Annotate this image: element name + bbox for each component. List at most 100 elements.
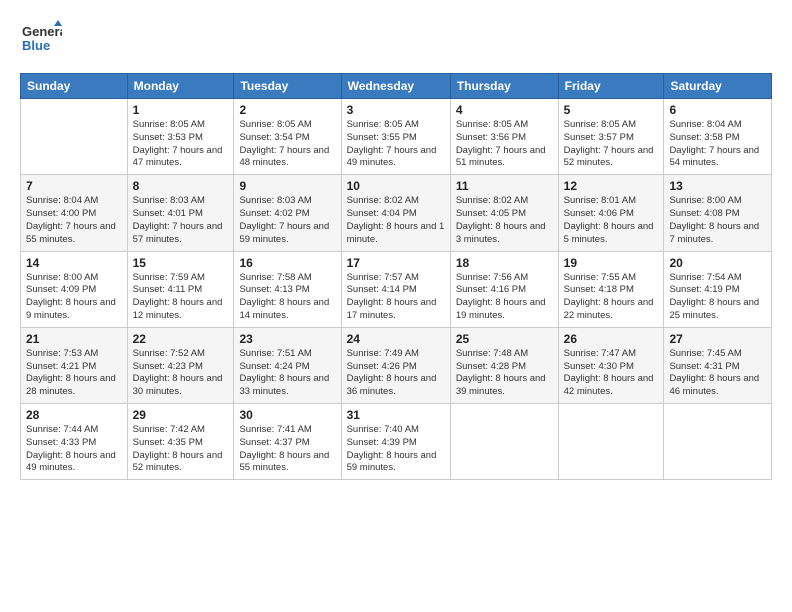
week-row-4: 21 Sunrise: 7:53 AMSunset: 4:21 PMDayligh… [21, 327, 772, 403]
day-info: Sunrise: 7:45 AMSunset: 4:31 PMDaylight:… [669, 348, 766, 399]
calendar-cell: 27 Sunrise: 7:45 AMSunset: 4:31 PMDayligh… [664, 327, 772, 403]
day-number: 5 [564, 103, 659, 117]
day-number: 20 [669, 256, 766, 270]
calendar-cell: 28 Sunrise: 7:44 AMSunset: 4:33 PMDayligh… [21, 404, 128, 480]
calendar-cell: 25 Sunrise: 7:48 AMSunset: 4:28 PMDayligh… [450, 327, 558, 403]
day-number: 2 [239, 103, 335, 117]
day-info: Sunrise: 7:52 AMSunset: 4:23 PMDaylight:… [133, 348, 229, 399]
day-info: Sunrise: 8:05 AMSunset: 3:54 PMDaylight:… [239, 119, 335, 170]
day-number: 24 [347, 332, 445, 346]
day-info: Sunrise: 8:00 AMSunset: 4:09 PMDaylight:… [26, 272, 122, 323]
calendar-cell: 26Sunrise: 7:47 AMSunset: 4:30 PMDayligh… [558, 327, 664, 403]
day-number: 16 [239, 256, 335, 270]
day-number: 7 [26, 179, 122, 193]
day-number: 29 [133, 408, 229, 422]
calendar-cell: 23Sunrise: 7:51 AMSunset: 4:24 PMDayligh… [234, 327, 341, 403]
day-header-friday: Friday [558, 74, 664, 99]
calendar-cell: 3 Sunrise: 8:05 AMSunset: 3:55 PMDaylight… [341, 99, 450, 175]
day-info: Sunrise: 7:48 AMSunset: 4:28 PMDaylight:… [456, 348, 553, 399]
day-header-sunday: Sunday [21, 74, 128, 99]
day-number: 12 [564, 179, 659, 193]
calendar-table: SundayMondayTuesdayWednesdayThursdayFrid… [20, 73, 772, 480]
day-number: 4 [456, 103, 553, 117]
day-number: 17 [347, 256, 445, 270]
calendar-cell: 8Sunrise: 8:03 AMSunset: 4:01 PMDaylight… [127, 175, 234, 251]
day-info: Sunrise: 7:53 AMSunset: 4:21 PMDaylight:… [26, 348, 122, 399]
calendar-cell: 17 Sunrise: 7:57 AMSunset: 4:14 PMDayligh… [341, 251, 450, 327]
day-info: Sunrise: 8:03 AMSunset: 4:01 PMDaylight:… [133, 195, 229, 246]
day-info: Sunrise: 8:05 AMSunset: 3:55 PMDaylight:… [347, 119, 445, 170]
calendar-cell: 12 Sunrise: 8:01 AMSunset: 4:06 PMDayligh… [558, 175, 664, 251]
calendar-cell: 9Sunrise: 8:03 AMSunset: 4:02 PMDaylight… [234, 175, 341, 251]
day-number: 11 [456, 179, 553, 193]
day-info: Sunrise: 7:42 AMSunset: 4:35 PMDaylight:… [133, 424, 229, 475]
day-info: Sunrise: 8:00 AMSunset: 4:08 PMDaylight:… [669, 195, 766, 246]
day-number: 27 [669, 332, 766, 346]
day-number: 31 [347, 408, 445, 422]
calendar-cell: 4Sunrise: 8:05 AMSunset: 3:56 PMDaylight… [450, 99, 558, 175]
calendar-cell: 13Sunrise: 8:00 AMSunset: 4:08 PMDayligh… [664, 175, 772, 251]
calendar-cell: 2 Sunrise: 8:05 AMSunset: 3:54 PMDaylight… [234, 99, 341, 175]
page: General Blue SundayMondayTuesdayWednesda… [0, 0, 792, 612]
calendar-cell [21, 99, 128, 175]
day-number: 30 [239, 408, 335, 422]
week-row-5: 28 Sunrise: 7:44 AMSunset: 4:33 PMDayligh… [21, 404, 772, 480]
day-number: 25 [456, 332, 553, 346]
day-info: Sunrise: 8:02 AMSunset: 4:05 PMDaylight:… [456, 195, 553, 246]
calendar-cell: 22Sunrise: 7:52 AMSunset: 4:23 PMDayligh… [127, 327, 234, 403]
logo: General Blue [20, 18, 62, 65]
calendar-cell: 6 Sunrise: 8:04 AMSunset: 3:58 PMDaylight… [664, 99, 772, 175]
logo-icon: General Blue [20, 18, 62, 60]
day-number: 26 [564, 332, 659, 346]
day-number: 1 [133, 103, 229, 117]
calendar-cell: 7Sunrise: 8:04 AMSunset: 4:00 PMDaylight… [21, 175, 128, 251]
calendar-cell: 15 Sunrise: 7:59 AMSunset: 4:11 PMDayligh… [127, 251, 234, 327]
day-info: Sunrise: 7:44 AMSunset: 4:33 PMDaylight:… [26, 424, 122, 475]
calendar-cell: 30 Sunrise: 7:41 AMSunset: 4:37 PMDayligh… [234, 404, 341, 480]
calendar-cell: 5 Sunrise: 8:05 AMSunset: 3:57 PMDaylight… [558, 99, 664, 175]
calendar-cell [558, 404, 664, 480]
day-header-saturday: Saturday [664, 74, 772, 99]
day-number: 3 [347, 103, 445, 117]
day-header-thursday: Thursday [450, 74, 558, 99]
calendar-cell: 31 Sunrise: 7:40 AMSunset: 4:39 PMDayligh… [341, 404, 450, 480]
calendar-cell: 16 Sunrise: 7:58 AMSunset: 4:13 PMDayligh… [234, 251, 341, 327]
day-header-wednesday: Wednesday [341, 74, 450, 99]
day-number: 15 [133, 256, 229, 270]
day-info: Sunrise: 8:04 AMSunset: 3:58 PMDaylight:… [669, 119, 766, 170]
calendar-cell: 14Sunrise: 8:00 AMSunset: 4:09 PMDayligh… [21, 251, 128, 327]
svg-text:Blue: Blue [22, 38, 50, 53]
day-number: 18 [456, 256, 553, 270]
day-info: Sunrise: 7:57 AMSunset: 4:14 PMDaylight:… [347, 272, 445, 323]
day-info: Sunrise: 8:05 AMSunset: 3:53 PMDaylight:… [133, 119, 229, 170]
day-number: 19 [564, 256, 659, 270]
day-number: 6 [669, 103, 766, 117]
day-number: 21 [26, 332, 122, 346]
calendar-cell: 11 Sunrise: 8:02 AMSunset: 4:05 PMDayligh… [450, 175, 558, 251]
day-info: Sunrise: 8:05 AMSunset: 3:57 PMDaylight:… [564, 119, 659, 170]
calendar-cell [664, 404, 772, 480]
day-header-tuesday: Tuesday [234, 74, 341, 99]
day-header-monday: Monday [127, 74, 234, 99]
calendar-cell: 1 Sunrise: 8:05 AMSunset: 3:53 PMDaylight… [127, 99, 234, 175]
day-info: Sunrise: 8:01 AMSunset: 4:06 PMDaylight:… [564, 195, 659, 246]
logo-area: General Blue [20, 18, 62, 65]
day-number: 28 [26, 408, 122, 422]
day-info: Sunrise: 7:40 AMSunset: 4:39 PMDaylight:… [347, 424, 445, 475]
day-info: Sunrise: 8:02 AMSunset: 4:04 PMDaylight:… [347, 195, 445, 246]
header: General Blue [20, 18, 772, 65]
day-info: Sunrise: 7:49 AMSunset: 4:26 PMDaylight:… [347, 348, 445, 399]
day-info: Sunrise: 7:59 AMSunset: 4:11 PMDaylight:… [133, 272, 229, 323]
day-info: Sunrise: 7:51 AMSunset: 4:24 PMDaylight:… [239, 348, 335, 399]
calendar-cell: 24 Sunrise: 7:49 AMSunset: 4:26 PMDayligh… [341, 327, 450, 403]
svg-text:General: General [22, 24, 62, 39]
header-row: SundayMondayTuesdayWednesdayThursdayFrid… [21, 74, 772, 99]
day-info: Sunrise: 8:03 AMSunset: 4:02 PMDaylight:… [239, 195, 335, 246]
day-info: Sunrise: 7:41 AMSunset: 4:37 PMDaylight:… [239, 424, 335, 475]
day-info: Sunrise: 7:55 AMSunset: 4:18 PMDaylight:… [564, 272, 659, 323]
day-info: Sunrise: 7:58 AMSunset: 4:13 PMDaylight:… [239, 272, 335, 323]
calendar-cell [450, 404, 558, 480]
calendar-cell: 21 Sunrise: 7:53 AMSunset: 4:21 PMDayligh… [21, 327, 128, 403]
week-row-1: 1 Sunrise: 8:05 AMSunset: 3:53 PMDaylight… [21, 99, 772, 175]
day-info: Sunrise: 7:54 AMSunset: 4:19 PMDaylight:… [669, 272, 766, 323]
